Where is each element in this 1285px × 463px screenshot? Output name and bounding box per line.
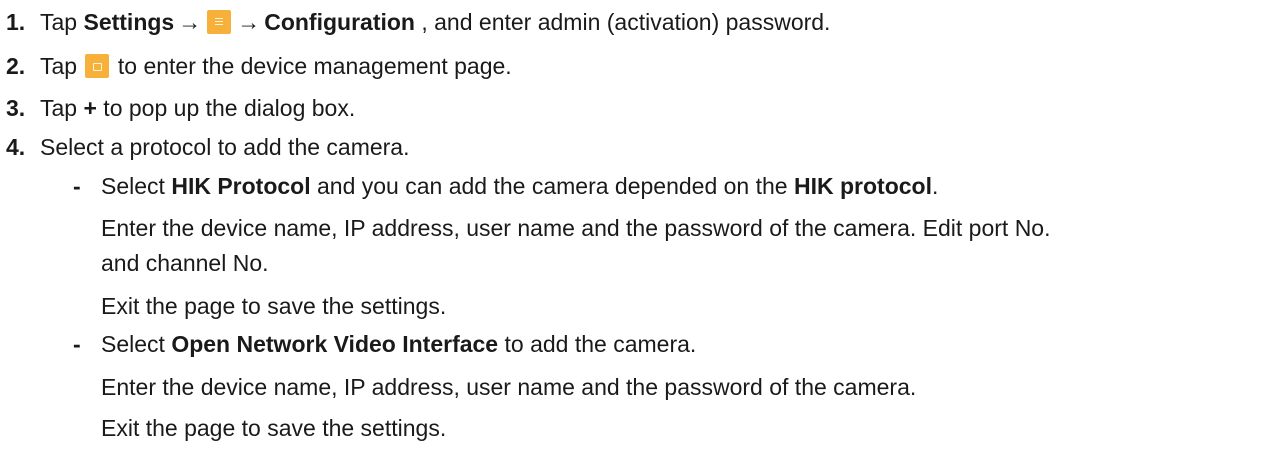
hik-paragraph-2: Exit the page to save the settings. (101, 293, 447, 319)
plus-label: + (83, 95, 97, 121)
menu-icon (207, 10, 232, 34)
onvif-label: Open Network Video Interface (171, 331, 499, 357)
option-text: . (931, 173, 939, 199)
step-number: 2. (6, 53, 26, 79)
bullet: - (73, 331, 81, 357)
step-1: 1. Tap Settings → → Configuration , and ente… (6, 8, 830, 37)
hik-protocol-label: HIK protocol (793, 173, 932, 199)
step-text: to enter the device management page. (111, 53, 512, 79)
step-text: , and enter admin (activation) password. (414, 9, 831, 35)
option-hik: - Select HIK Protocol and you can add the… (73, 172, 938, 201)
step-number: 1. (6, 9, 26, 35)
step-text: Tap (40, 53, 84, 79)
option-text: and you can add the camera depended on t… (310, 173, 794, 199)
configuration-label: Configuration (264, 9, 415, 35)
option-text: Select (101, 331, 172, 357)
hik-paragraph-1-line-1: Enter the device name, IP address, user … (101, 215, 1051, 241)
hik-paragraph-1-line-2: and channel No. (101, 250, 269, 276)
onvif-paragraph-2: Exit the page to save the settings. (101, 415, 447, 441)
bullet: - (73, 173, 81, 199)
step-text: Tap (40, 95, 84, 121)
step-3: 3. Tap + to pop up the dialog box. (6, 94, 355, 123)
step-number: 4. (6, 134, 26, 160)
step-text: Select a protocol to add the camera. (40, 134, 410, 160)
option-text: to add the camera. (498, 331, 697, 357)
instruction-document: 1. Tap Settings → → Configuration , and ente… (0, 0, 1285, 463)
step-2: 2. Tap to enter the device management pag… (6, 52, 512, 81)
step-text: Tap (40, 9, 84, 35)
option-onvif: - Select Open Network Video Interface to … (73, 330, 696, 359)
step-number: 3. (6, 95, 26, 121)
settings-label: Settings (83, 9, 175, 35)
device-management-icon (85, 54, 110, 78)
step-text: to pop up the dialog box. (96, 95, 356, 121)
option-text: Select (101, 173, 172, 199)
arrow-icon: → (178, 9, 202, 35)
hik-protocol-label: HIK Protocol (171, 173, 311, 199)
arrow-icon: → (237, 9, 261, 35)
onvif-paragraph-1: Enter the device name, IP address, user … (101, 374, 917, 400)
step-4: 4. Select a protocol to add the camera. (6, 133, 410, 162)
